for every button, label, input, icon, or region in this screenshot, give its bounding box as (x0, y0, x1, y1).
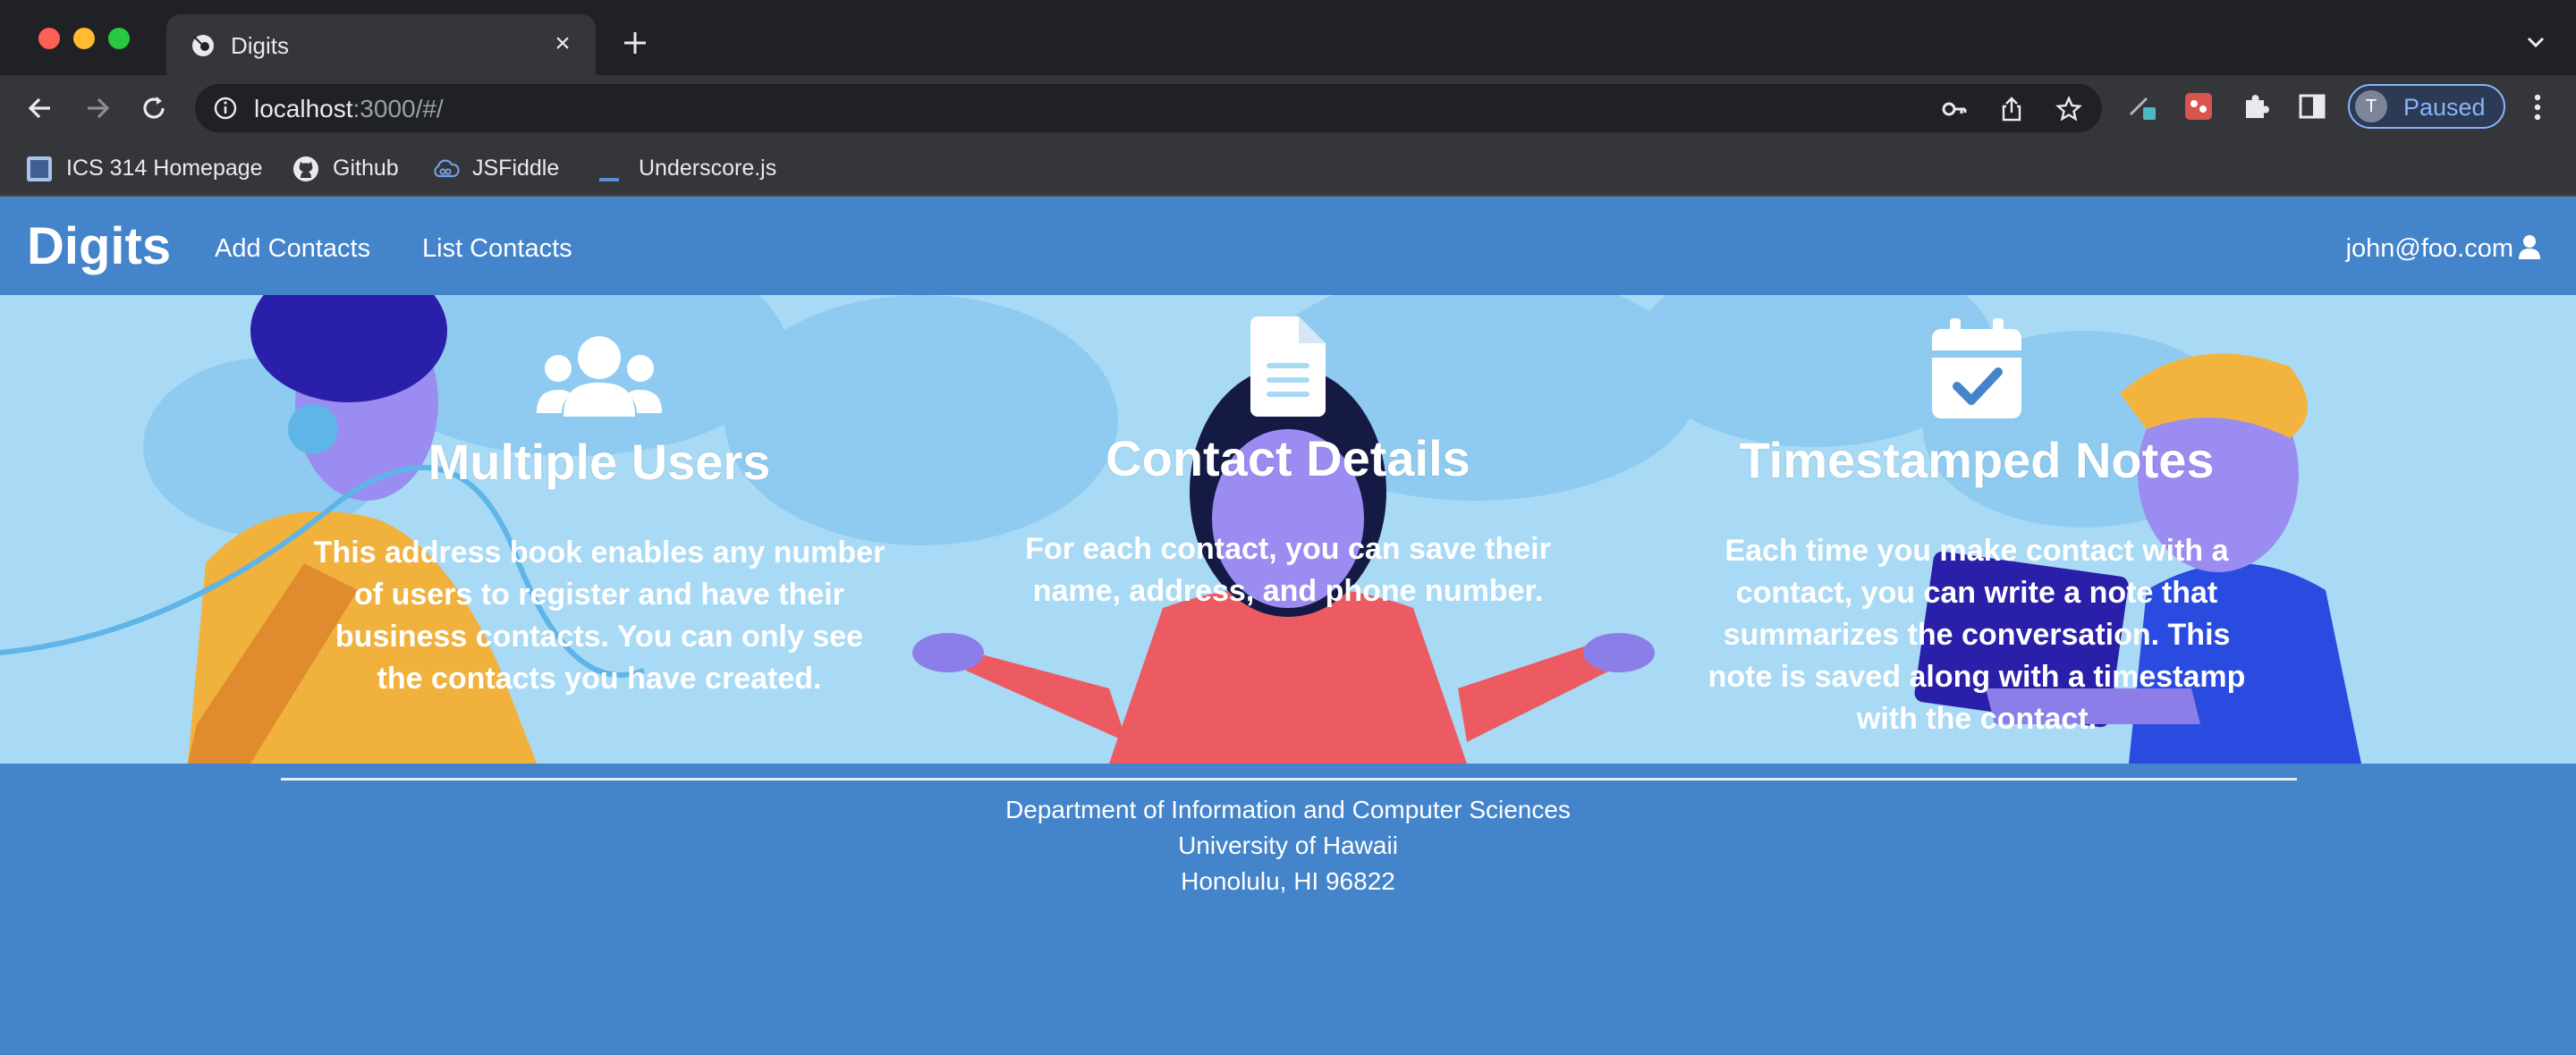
nav-list-contacts[interactable]: List Contacts (422, 234, 572, 264)
feature-description: For each contact, you can save their nam… (1025, 532, 1551, 608)
bookmark-underscore[interactable]: Underscore.js (597, 150, 794, 186)
bookmarks-bar: ICS 314 Homepage Github JSFiddle Undersc… (0, 139, 2576, 197)
more-menu-icon[interactable] (2522, 89, 2553, 125)
feature-title: Contact Details (1106, 430, 1470, 486)
reload-icon[interactable] (137, 91, 171, 125)
page-icon (27, 156, 52, 181)
footer-department: Department of Information and Computer S… (1005, 796, 1571, 823)
maximize-window-button[interactable] (108, 28, 130, 49)
footer-university: University of Hawaii (1178, 831, 1398, 859)
meteor-favicon-icon (192, 35, 214, 56)
feature-description: Each time you make contact with a contac… (1707, 534, 2246, 736)
footer: Department of Information and Computer S… (0, 764, 2576, 1055)
minimize-window-button[interactable] (73, 28, 95, 49)
footer-address: Honolulu, HI 96822 (1181, 867, 1395, 895)
brand-logo[interactable]: Digits (27, 216, 171, 276)
underscore-icon (599, 178, 619, 181)
key-icon[interactable] (1941, 96, 1968, 122)
url-text: localhost:3000/#/ (254, 95, 444, 122)
browser-tab[interactable]: Digits × (166, 14, 596, 75)
chevron-down-icon[interactable] (2522, 29, 2549, 55)
feature-contact-details: Contact Details For each contact, you ca… (966, 295, 1610, 612)
new-tab-icon[interactable] (617, 25, 653, 61)
github-icon (293, 156, 318, 181)
feature-title: Timestamped Notes (1739, 432, 2215, 488)
close-tab-icon[interactable]: × (547, 29, 578, 59)
close-window-button[interactable] (38, 28, 60, 49)
back-arrow-icon[interactable] (23, 91, 57, 125)
feature-multiple-users: Multiple Users This address book enables… (277, 295, 921, 700)
users-icon (537, 336, 662, 417)
star-icon[interactable] (2055, 96, 2082, 122)
navbar: Digits Add Contacts List Contacts john@f… (0, 197, 2576, 295)
file-icon (1250, 316, 1326, 417)
user-icon (2519, 235, 2540, 259)
bookmark-label: ICS 314 Homepage (66, 156, 263, 181)
avatar: T (2355, 90, 2387, 122)
forward-arrow-icon[interactable] (80, 91, 114, 125)
bookmark-github[interactable]: Github (292, 150, 408, 186)
tab-title: Digits (231, 32, 290, 59)
puzzle-extensions-icon[interactable] (2241, 91, 2271, 122)
tab-strip: Digits × (0, 0, 2576, 75)
address-bar[interactable]: localhost:3000/#/ (195, 84, 2102, 132)
nav-add-contacts[interactable]: Add Contacts (215, 234, 370, 264)
share-icon[interactable] (1998, 96, 2025, 122)
edit-extension-icon[interactable] (2127, 91, 2157, 122)
bookmark-label: JSFiddle (472, 156, 560, 181)
profile-status: Paused (2403, 94, 2486, 121)
feature-description: This address book enables any number of … (313, 536, 886, 696)
bookmark-label: Github (333, 156, 399, 181)
side-panel-icon[interactable] (2297, 91, 2327, 122)
feature-title: Multiple Users (428, 434, 771, 490)
bookmark-label: Underscore.js (639, 156, 777, 181)
bookmark-jsfiddle[interactable]: JSFiddle (431, 150, 565, 186)
footer-divider (281, 778, 2297, 781)
info-icon[interactable] (213, 96, 238, 121)
landing-hero: Multiple Users This address book enables… (0, 295, 2576, 764)
cloud-icon (434, 159, 460, 178)
calendar-check-icon (1932, 318, 2021, 418)
feature-timestamped-notes: Timestamped Notes Each time you make con… (1655, 295, 2299, 740)
profile-button[interactable]: T Paused (2348, 84, 2505, 129)
extension-badge-icon[interactable] (2183, 91, 2214, 122)
bookmark-ics-314[interactable]: ICS 314 Homepage (25, 150, 275, 186)
user-email: john@foo.com (2345, 234, 2513, 263)
user-menu[interactable]: john@foo.com (2346, 234, 2542, 264)
